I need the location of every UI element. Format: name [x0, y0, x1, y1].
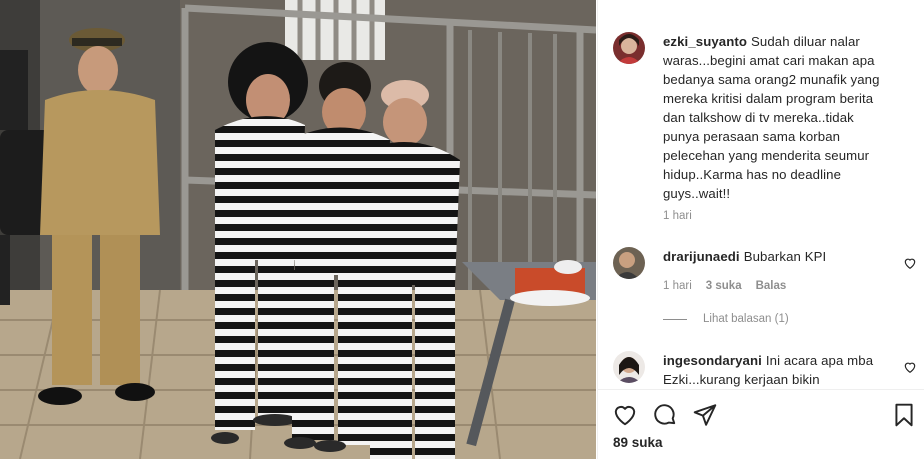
replies-divider — [663, 318, 687, 320]
avatar[interactable] — [613, 351, 645, 383]
caption-meta: 1 hari — [663, 210, 692, 222]
post-photo[interactable] — [0, 0, 596, 459]
comment-username[interactable]: drarijunaedi — [663, 249, 740, 264]
view-replies-button[interactable]: Lihat balasan (1) — [663, 313, 789, 325]
comment-meta: 1 hari 3 suka Balas — [663, 280, 786, 292]
reply-button[interactable]: Balas — [756, 280, 787, 292]
comments-list[interactable]: ezki_suyanto Sudah diluar nalar waras...b… — [598, 0, 924, 389]
comment-icon[interactable] — [652, 402, 678, 428]
comment-username[interactable]: ingesondaryani — [663, 353, 762, 368]
heart-outline-icon[interactable] — [903, 256, 917, 270]
comment-text: Bubarkan KPI — [743, 249, 827, 264]
post-sidebar: ezki_suyanto Sudah diluar nalar waras...b… — [597, 0, 924, 459]
avatar[interactable] — [613, 247, 645, 279]
caption-time[interactable]: 1 hari — [663, 210, 692, 222]
comment-body: ingesondaryani Ini acara apa mba Ezki...k… — [663, 351, 889, 389]
heart-outline-icon[interactable] — [903, 360, 917, 374]
comment-likes[interactable]: 3 suka — [706, 280, 742, 292]
comment-body: drarijunaedi Bubarkan KPI — [663, 247, 889, 266]
heart-icon[interactable] — [612, 402, 638, 428]
post-actions: 89 suka — [598, 389, 924, 459]
like-count[interactable]: 89 suka — [613, 435, 663, 450]
avatar[interactable] — [613, 32, 645, 64]
caption-body: ezki_suyanto Sudah diluar nalar waras...b… — [663, 32, 889, 203]
bookmark-icon[interactable] — [891, 402, 917, 428]
post-photo-image — [0, 0, 596, 459]
caption-text: Sudah diluar nalar waras...begini amat c… — [663, 34, 880, 201]
paper-plane-icon[interactable] — [692, 402, 718, 428]
comment-time[interactable]: 1 hari — [663, 280, 692, 292]
caption-username[interactable]: ezki_suyanto — [663, 34, 747, 49]
view-replies-label: Lihat balasan (1) — [703, 313, 789, 325]
